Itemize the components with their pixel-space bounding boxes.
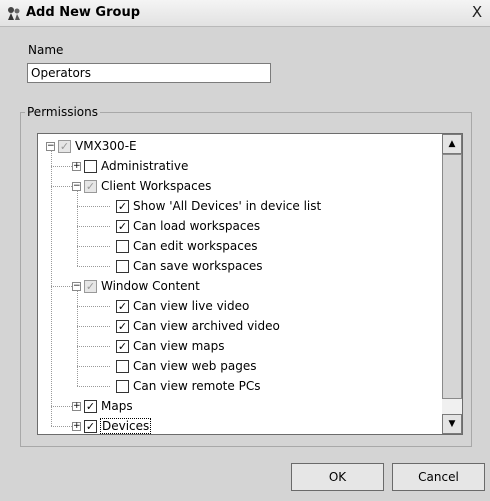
name-input[interactable]: Operators xyxy=(27,63,271,83)
tree-item-label: Show 'All Devices' in device list xyxy=(133,199,322,213)
tree-connector xyxy=(51,406,72,407)
cancel-button[interactable]: Cancel xyxy=(392,463,485,491)
tree-item-label: VMX300-E xyxy=(75,139,137,153)
tree-item-label: Can view live video xyxy=(133,299,250,313)
tree-item-label: Can load workspaces xyxy=(133,219,261,233)
collapse-icon[interactable]: − xyxy=(72,181,81,191)
tree-connector xyxy=(51,166,72,167)
ok-button[interactable]: OK xyxy=(291,463,384,491)
tree-connector xyxy=(77,246,110,247)
tree-item-client-workspaces[interactable]: − ✓ Client Workspaces xyxy=(72,176,211,196)
checkbox[interactable]: ✓ xyxy=(116,299,129,313)
tree-item-show-all-devices-in-device-list[interactable]: ✓ Show 'All Devices' in device list xyxy=(116,196,321,216)
tree-item-label: Can edit workspaces xyxy=(133,239,258,253)
tree-item-can-load-workspaces[interactable]: ✓ Can load workspaces xyxy=(116,216,260,236)
checkbox[interactable]: ✓ xyxy=(116,199,129,213)
checkbox[interactable] xyxy=(116,359,129,373)
title-bar: Add New Group X xyxy=(0,0,490,27)
tree-rows: − ✓ VMX300-E + Administrative − ✓ Client Worksp… xyxy=(38,134,442,434)
tree-connector xyxy=(77,306,110,307)
checkbox[interactable]: ✓ xyxy=(58,139,71,153)
collapse-icon[interactable]: − xyxy=(46,141,55,151)
tree-item-label: Can view remote PCs xyxy=(133,379,261,393)
permissions-tree[interactable]: − ✓ VMX300-E + Administrative − ✓ Client Worksp… xyxy=(37,133,463,435)
tree-item-window-content[interactable]: − ✓ Window Content xyxy=(72,276,200,296)
tree-item-devices[interactable]: + ✓ Devices xyxy=(72,416,152,434)
tree-connector xyxy=(51,286,72,287)
window-title: Add New Group xyxy=(26,5,141,20)
tree-connector xyxy=(77,226,110,227)
tree-connector xyxy=(77,266,110,267)
tree-item-label: Administrative xyxy=(101,159,189,173)
tree-item-can-view-archived-video[interactable]: ✓ Can view archived video xyxy=(116,316,280,336)
close-button[interactable]: X xyxy=(468,3,486,21)
arrow-down-icon: ▼ xyxy=(448,419,456,429)
tree-connector xyxy=(77,206,110,207)
checkbox[interactable] xyxy=(116,259,129,273)
group-key-icon xyxy=(8,7,20,20)
expand-icon[interactable]: + xyxy=(72,421,81,431)
tree-connector xyxy=(77,191,78,266)
checkbox[interactable] xyxy=(116,239,129,253)
tree-item-administrative[interactable]: + Administrative xyxy=(72,156,188,176)
tree-item-label: Window Content xyxy=(101,279,200,293)
tree-item-label: Can view archived video xyxy=(133,319,280,333)
name-label: Name xyxy=(28,43,64,57)
tree-connector xyxy=(77,366,110,367)
tree-item-can-save-workspaces[interactable]: Can save workspaces xyxy=(116,256,263,276)
checkbox[interactable]: ✓ xyxy=(116,339,129,353)
tree-item-maps[interactable]: + ✓ Maps xyxy=(72,396,133,416)
tree-item-can-view-web-pages[interactable]: Can view web pages xyxy=(116,356,256,376)
tree-item-can-view-maps[interactable]: ✓ Can view maps xyxy=(116,336,225,356)
expand-icon[interactable]: + xyxy=(72,161,81,171)
collapse-icon[interactable]: − xyxy=(72,281,81,291)
tree-connector xyxy=(77,346,110,347)
scroll-up-button[interactable]: ▲ xyxy=(442,134,462,154)
tree-item-can-view-live-video[interactable]: ✓ Can view live video xyxy=(116,296,249,316)
vertical-scrollbar[interactable]: ▲ ▼ xyxy=(442,134,462,434)
checkbox[interactable]: ✓ xyxy=(116,219,129,233)
checkbox[interactable]: ✓ xyxy=(84,179,97,193)
tree-item-label: Client Workspaces xyxy=(101,179,212,193)
tree-connector xyxy=(77,326,110,327)
scroll-thumb[interactable] xyxy=(442,154,462,399)
tree-item-vmx300-e[interactable]: − ✓ VMX300-E xyxy=(46,136,137,156)
expand-icon[interactable]: + xyxy=(72,401,81,411)
close-icon: X xyxy=(471,3,483,21)
checkbox[interactable]: ✓ xyxy=(116,319,129,333)
checkbox[interactable]: ✓ xyxy=(84,419,97,433)
tree-connector xyxy=(77,386,110,387)
checkbox[interactable] xyxy=(84,159,97,173)
tree-connector xyxy=(51,186,72,187)
tree-item-can-view-remote-pcs[interactable]: Can view remote PCs xyxy=(116,376,260,396)
permissions-legend: Permissions xyxy=(25,105,100,119)
tree-item-label: Devices xyxy=(99,418,152,434)
tree-item-label: Maps xyxy=(101,399,133,413)
tree-item-label: Can view web pages xyxy=(133,359,257,373)
tree-connector xyxy=(51,151,52,426)
tree-item-can-edit-workspaces[interactable]: Can edit workspaces xyxy=(116,236,258,256)
checkbox[interactable]: ✓ xyxy=(84,279,97,293)
tree-item-label: Can view maps xyxy=(133,339,225,353)
checkbox[interactable]: ✓ xyxy=(84,399,97,413)
checkbox[interactable] xyxy=(116,379,129,393)
arrow-up-icon: ▲ xyxy=(448,139,456,149)
tree-connector xyxy=(51,426,72,427)
scroll-down-button[interactable]: ▼ xyxy=(442,414,462,434)
tree-item-label: Can save workspaces xyxy=(133,259,263,273)
